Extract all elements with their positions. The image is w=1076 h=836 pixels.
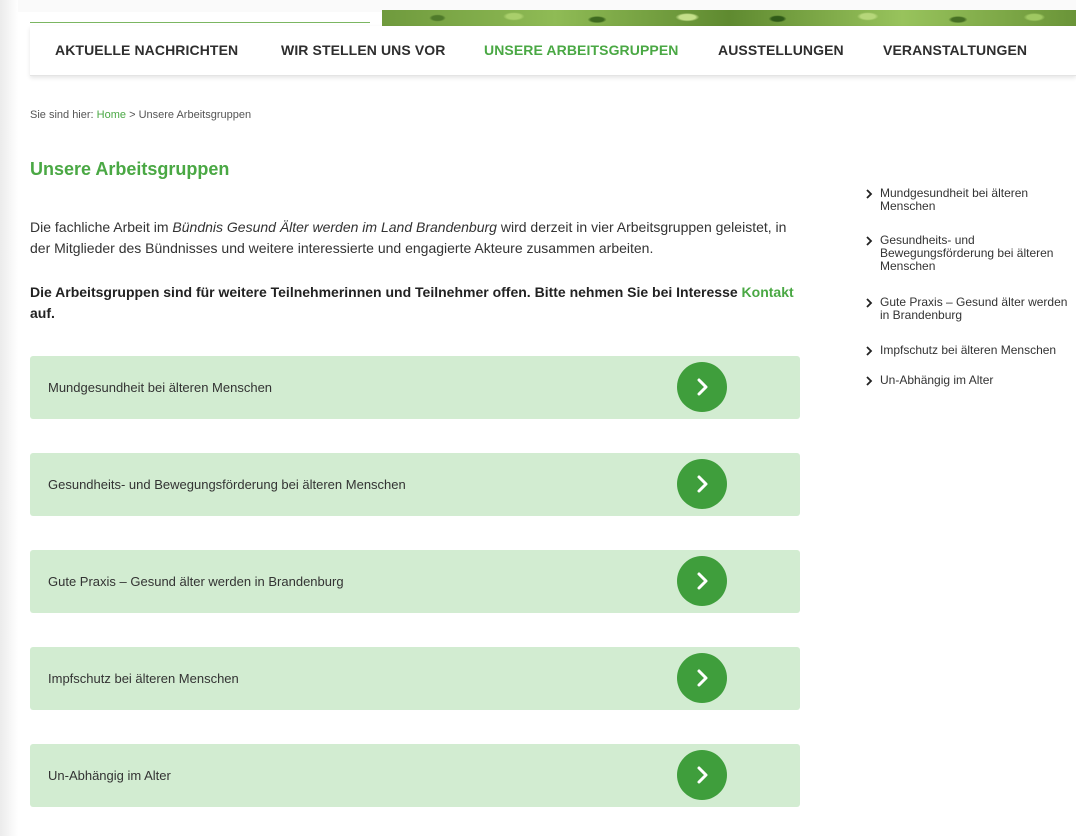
sidebar-item-bewegungsfoerderung[interactable]: Gesundheits- und Bewegungsförderung bei … [864, 234, 1072, 273]
nav-item-unsere-arbeitsgruppen[interactable]: UNSERE ARBEITSGRUPPEN [484, 42, 679, 58]
group-box-impfschutz[interactable]: Impfschutz bei älteren Menschen [30, 647, 800, 710]
header-foliage-image [382, 10, 1076, 26]
sidebar-item-label: Un-Abhängig im Alter [880, 373, 994, 387]
group-box-bewegungsfoerderung[interactable]: Gesundheits- und Bewegungsförderung bei … [30, 453, 800, 516]
sidebar-item-label: Impfschutz bei älteren Menschen [880, 343, 1057, 357]
sidebar-item-un-abhaengig[interactable]: Un-Abhängig im Alter [864, 374, 1072, 387]
main-navigation: AKTUELLE NACHRICHTEN WIR STELLEN UNS VOR… [30, 26, 1076, 76]
breadcrumb-current: Unsere Arbeitsgruppen [138, 109, 252, 121]
group-label: Un-Abhängig im Alter [48, 768, 171, 783]
group-label: Mundgesundheit bei älteren Menschen [48, 380, 273, 395]
nav-item-veranstaltungen[interactable]: VERANSTALTUNGEN [883, 42, 1027, 58]
intro-text-before: Die fachliche Arbeit im [30, 219, 173, 235]
breadcrumb-separator: > [129, 109, 136, 121]
notice-text-after: auf. [30, 305, 55, 321]
sidebar-item-label: Gesundheits- und Bewegungsförderung bei … [880, 233, 1054, 273]
sidebar-item-gute-praxis[interactable]: Gute Praxis – Gesund älter werden in Bra… [864, 296, 1072, 322]
group-box-un-abhaengig[interactable]: Un-Abhängig im Alter [30, 744, 800, 807]
chevron-right-circle-icon[interactable] [677, 556, 727, 606]
intro-emphasis: Bündnis Gesund Älter werden im Land Bran… [172, 219, 497, 235]
sidebar-item-label: Gute Praxis – Gesund älter werden in Bra… [880, 295, 1068, 322]
chevron-right-icon [866, 236, 873, 246]
nav-item-ausstellungen[interactable]: AUSSTELLUNGEN [718, 42, 844, 58]
page-title: Unsere Arbeitsgruppen [30, 159, 230, 179]
breadcrumb-home-link[interactable]: Home [97, 109, 126, 121]
chevron-right-icon [866, 376, 873, 386]
contact-link[interactable]: Kontakt [742, 284, 794, 300]
intro-paragraph: Die fachliche Arbeit im Bündnis Gesund Ä… [30, 217, 810, 259]
sidebar-item-mundgesundheit[interactable]: Mundgesundheit bei älteren Menschen [864, 187, 1072, 213]
group-box-gute-praxis[interactable]: Gute Praxis – Gesund älter werden in Bra… [30, 550, 800, 613]
group-label: Gesundheits- und Bewegungsförderung bei … [48, 477, 406, 492]
group-label: Gute Praxis – Gesund älter werden in Bra… [48, 574, 344, 589]
header-accent-line [30, 22, 370, 23]
group-box-mundgesundheit[interactable]: Mundgesundheit bei älteren Menschen [30, 356, 800, 419]
sidebar-item-impfschutz[interactable]: Impfschutz bei älteren Menschen [864, 344, 1072, 357]
nav-item-wir-stellen-uns-vor[interactable]: WIR STELLEN UNS VOR [281, 42, 445, 58]
chevron-right-circle-icon[interactable] [677, 362, 727, 412]
breadcrumb: Sie sind hier: Home > Unsere Arbeitsgrup… [30, 109, 251, 121]
group-label: Impfschutz bei älteren Menschen [48, 671, 239, 686]
chevron-right-circle-icon[interactable] [677, 459, 727, 509]
chevron-right-circle-icon[interactable] [677, 653, 727, 703]
chevron-right-circle-icon[interactable] [677, 750, 727, 800]
notice-text: Die Arbeitsgruppen sind für weitere Teil… [30, 284, 742, 300]
breadcrumb-prefix: Sie sind hier: [30, 109, 94, 121]
page-left-shadow [0, 0, 18, 836]
chevron-right-icon [866, 189, 873, 199]
sidebar-item-label: Mundgesundheit bei älteren Menschen [880, 186, 1029, 213]
chevron-right-icon [866, 346, 873, 356]
chevron-right-icon [866, 298, 873, 308]
nav-item-aktuelle-nachrichten[interactable]: AKTUELLE NACHRICHTEN [55, 42, 238, 58]
notice-paragraph: Die Arbeitsgruppen sind für weitere Teil… [30, 282, 810, 324]
